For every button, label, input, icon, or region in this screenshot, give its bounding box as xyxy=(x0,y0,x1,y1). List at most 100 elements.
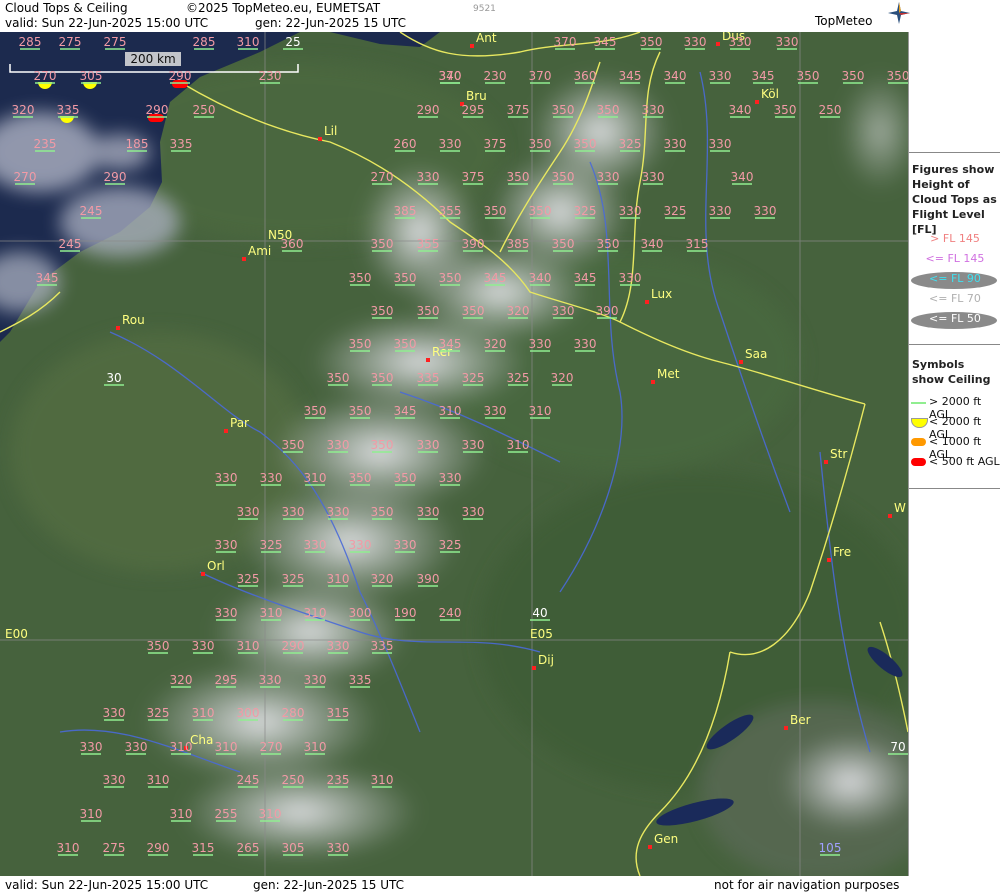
cloud-top-value: 310 xyxy=(327,572,350,586)
legend-fl-label: <= FL 145 xyxy=(925,252,985,265)
symbol-below-500: < 500 ft AGL xyxy=(909,454,1000,472)
city-dot xyxy=(827,558,831,562)
legend-fl-145: <= FL 145 xyxy=(909,250,1000,270)
cloud-top-value: 330 xyxy=(439,471,462,485)
map-view[interactable]: 200 km N50 E00 E05 Ant Bru Dus Köl Lil Ami Rou… xyxy=(0,32,908,876)
city-dot xyxy=(116,326,120,330)
cloud-top-value: 370 xyxy=(554,35,577,49)
cloud-top-value: 350 xyxy=(394,337,417,351)
cloud-top-value: 330 xyxy=(304,538,327,552)
cloud-top-value: 375 xyxy=(507,103,530,117)
city-label: Köl xyxy=(761,87,779,101)
cloud-top-value: 345 xyxy=(36,271,59,285)
cloud-top-value: 390 xyxy=(462,237,485,251)
scale-label: 200 km xyxy=(130,52,175,66)
cloud-top-value: 350 xyxy=(842,69,865,83)
cloud-top-value: 275 xyxy=(104,35,127,49)
cloud-top-value: 350 xyxy=(552,237,575,251)
cloud-top-value: 350 xyxy=(371,304,394,318)
city-label: Ami xyxy=(248,244,271,258)
cloud-top-value: 330 xyxy=(754,204,777,218)
cloud-top-value: 355 xyxy=(439,204,462,218)
cloud-top-value: 305 xyxy=(80,69,103,83)
city-label: Par xyxy=(230,416,249,430)
cloud-top-value: 335 xyxy=(57,103,80,117)
compass-logo-icon xyxy=(888,2,910,24)
cloud-top-value: 310 xyxy=(304,471,327,485)
cloud-top-value: 310 xyxy=(371,773,394,787)
cloud-top-value: 340 xyxy=(664,69,687,83)
cloud-top-value: 375 xyxy=(462,170,485,184)
cloud-top-value-low: 30 xyxy=(106,371,121,385)
cloud-top-value: 310 xyxy=(192,706,215,720)
cloud-top-value: 230 xyxy=(259,69,282,83)
cloud-top-value: 320 xyxy=(170,673,193,687)
cloud-top-value: 330 xyxy=(642,103,665,117)
grid-label-e00: E00 xyxy=(5,627,28,641)
legend-fl-label: <= FL 90 xyxy=(929,272,981,285)
symbols-title: Symbols show Ceiling xyxy=(912,358,991,386)
cloud-top-value: 330 xyxy=(327,438,350,452)
legend-panel: Figures show Height of Cloud Tops as Fli… xyxy=(908,32,1000,876)
city-label: Ber xyxy=(790,713,811,727)
city-label: W xyxy=(894,501,906,515)
cloud-top-value: 350 xyxy=(529,204,552,218)
cloud-top-value: 350 xyxy=(574,137,597,151)
cloud-top-value: 235 xyxy=(34,137,57,151)
logo-text: TopMeteo xyxy=(815,14,873,28)
city-dot xyxy=(739,360,743,364)
cloud-top-value: 345 xyxy=(752,69,775,83)
cloud-top-value: 330 xyxy=(304,673,327,687)
cloud-top-value: 310 xyxy=(215,740,238,754)
cloud-top-value: 245 xyxy=(237,773,260,787)
cloud-top-value: 330 xyxy=(664,137,687,151)
cloud-top-value: 350 xyxy=(640,35,663,49)
city-dot xyxy=(242,257,246,261)
copyright: ©2025 TopMeteo.eu, EUMETSAT xyxy=(186,1,381,15)
cloud-top-value: 350 xyxy=(304,404,327,418)
cloud-top-value-low: 40 xyxy=(532,606,547,620)
cloud-top-value: 290 xyxy=(104,170,127,184)
cloud-top-value: 350 xyxy=(349,404,372,418)
cloud-top-value: 350 xyxy=(774,103,797,117)
cloud-top-value: 360 xyxy=(574,69,597,83)
cloud-top-value: 315 xyxy=(192,841,215,855)
cloud-top-value: 330 xyxy=(729,35,752,49)
cloud-top-value: 250 xyxy=(193,103,216,117)
cloud-top-value: 300 xyxy=(349,606,372,620)
cloud-top-value: 330 xyxy=(327,505,350,519)
footer-valid-time: valid: Sun 22-Jun-2025 15:00 UTC xyxy=(5,878,209,892)
cloud-top-value: 350 xyxy=(147,639,170,653)
city-label: Rou xyxy=(122,313,145,327)
city-dot xyxy=(755,100,759,104)
cloud-top-value: 350 xyxy=(507,170,530,184)
cloud-top-value: 385 xyxy=(394,204,417,218)
disclaimer: not for air navigation purposes xyxy=(714,878,900,892)
cloud-top-value: 355 xyxy=(417,237,440,251)
city-dot xyxy=(824,460,828,464)
cloud-top-value: 345 xyxy=(619,69,642,83)
cloud-top-value: 280 xyxy=(282,706,305,720)
cloud-top-value: 340 xyxy=(729,103,752,117)
cloud-top-value: 330 xyxy=(417,438,440,452)
cloud-top-value: 265 xyxy=(237,841,260,855)
cloud-top-value: 330 xyxy=(619,271,642,285)
cloud-top-value: 385 xyxy=(507,237,530,251)
cloud-top-value: 320 xyxy=(507,304,530,318)
symbol-label: < 500 ft AGL xyxy=(929,455,1000,468)
city-label: Met xyxy=(657,367,680,381)
cloud-top-value: 345 xyxy=(484,271,507,285)
cloud-top-value: 325 xyxy=(237,572,260,586)
cloud-top-value: 315 xyxy=(686,237,709,251)
symbol-below-2000: < 2000 ft AGL xyxy=(909,414,1000,441)
cloud-top-value: 335 xyxy=(349,673,372,687)
cloud-top-value: 275 xyxy=(59,35,82,49)
cloud-top-value: 375 xyxy=(484,137,507,151)
city-label: Saa xyxy=(745,347,767,361)
cloud-top-value: 325 xyxy=(439,538,462,552)
cloud-top-value: 390 xyxy=(596,304,619,318)
cloud-top-value: 350 xyxy=(797,69,820,83)
cloud-top-value: 310 xyxy=(237,639,260,653)
cloud-top-value-low: 25 xyxy=(285,35,300,49)
cloud-top-value: 330 xyxy=(327,639,350,653)
